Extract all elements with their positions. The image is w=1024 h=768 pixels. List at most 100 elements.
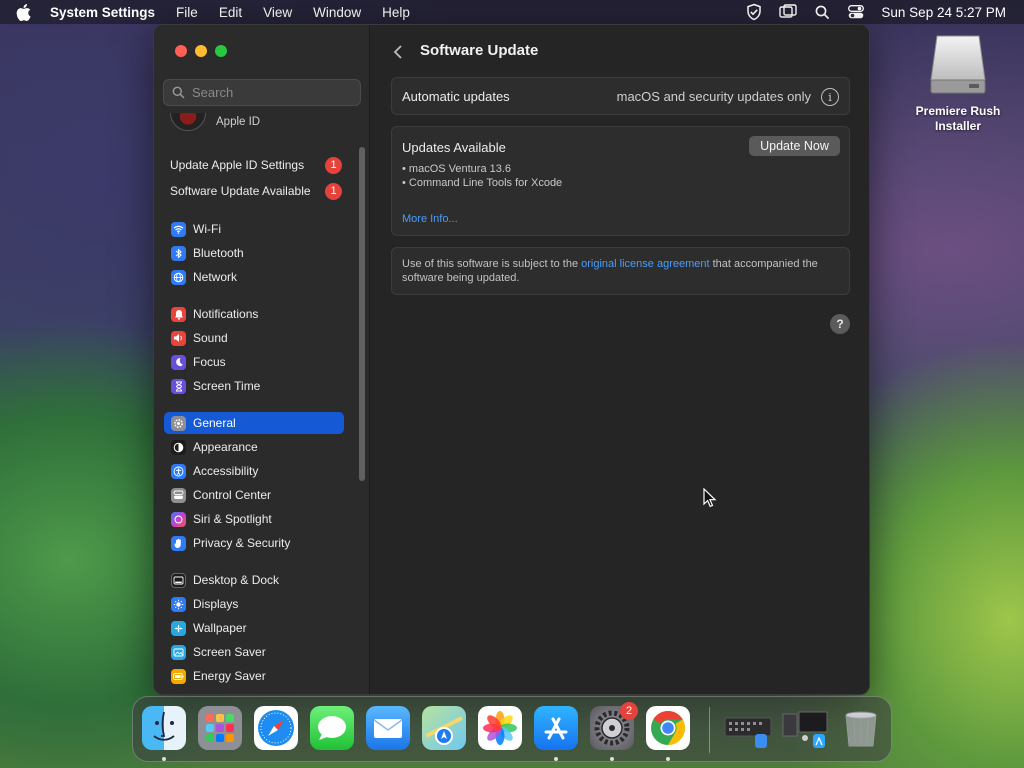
- sidebar-item-displays[interactable]: Displays: [164, 593, 344, 615]
- sidebar-item-energy-saver[interactable]: Energy Saver: [164, 665, 344, 687]
- dock-minimized-window[interactable]: [779, 706, 831, 750]
- sidebar-item-appearance[interactable]: Appearance: [164, 436, 344, 458]
- sidebar-item-label: Focus: [193, 355, 226, 369]
- menu-app-name[interactable]: System Settings: [50, 5, 155, 20]
- search-placeholder: Search: [192, 85, 234, 100]
- sidebar-item-siri-spotlight[interactable]: Siri & Spotlight: [164, 508, 344, 530]
- sidebar-item-control-center[interactable]: Control Center: [164, 484, 344, 506]
- sidebar-item-screen-saver[interactable]: Screen Saver: [164, 641, 344, 663]
- control-center-toggle-icon[interactable]: [839, 0, 873, 24]
- dock-mail[interactable]: [366, 706, 410, 750]
- more-info-link[interactable]: More Info...: [402, 213, 458, 225]
- help-button[interactable]: ?: [830, 314, 850, 334]
- siri-icon: [171, 511, 186, 527]
- screen-mirroring-icon[interactable]: [771, 0, 805, 24]
- menu-edit[interactable]: Edit: [219, 5, 242, 20]
- sun-icon: [171, 596, 186, 612]
- chevron-left-icon: [393, 45, 402, 59]
- sidebar-item-label: Desktop & Dock: [193, 573, 280, 587]
- page-title: Software Update: [420, 42, 539, 59]
- sidebar-item-label: Wi-Fi: [193, 222, 221, 236]
- app-store-icon: [544, 717, 568, 740]
- sidebar-item-label: Screen Saver: [193, 645, 266, 659]
- dock-chrome[interactable]: [646, 706, 690, 750]
- wifi-icon: [171, 221, 186, 237]
- accessibility-icon: [171, 463, 186, 479]
- update-list-item: • Command Line Tools for Xcode: [402, 177, 563, 189]
- update-list-item: • macOS Ventura 13.6: [402, 163, 512, 175]
- back-button[interactable]: [393, 42, 407, 62]
- mouse-pointer-icon: [703, 487, 717, 513]
- info-icon[interactable]: i: [821, 88, 839, 106]
- menu-window[interactable]: Window: [313, 5, 361, 20]
- minimize-window-button[interactable]: [195, 45, 207, 57]
- moon-icon: [171, 354, 186, 370]
- content-pane: Software Update Automatic updates macOS …: [371, 25, 869, 694]
- notification-badge: 2: [620, 702, 638, 720]
- running-indicator: [162, 757, 166, 761]
- sidebar-item-bluetooth[interactable]: Bluetooth: [164, 242, 344, 264]
- dock-launchpad[interactable]: [198, 706, 242, 750]
- notice-label: Update Apple ID Settings: [170, 158, 305, 172]
- sidebar-item-privacy-security[interactable]: Privacy & Security: [164, 532, 344, 554]
- dock-finder[interactable]: [142, 706, 186, 750]
- sidebar-item-general[interactable]: General: [164, 412, 344, 434]
- menu-help[interactable]: Help: [382, 5, 410, 20]
- notification-badge: 1: [325, 182, 342, 200]
- sidebar-item-focus[interactable]: Focus: [164, 351, 344, 373]
- automatic-updates-row: Automatic updates macOS and security upd…: [391, 77, 850, 115]
- sidebar-item-screen-time[interactable]: Screen Time: [164, 375, 344, 397]
- close-window-button[interactable]: [175, 45, 187, 57]
- sidebar-item-label: Displays: [193, 597, 239, 611]
- dock-messages[interactable]: [310, 706, 354, 750]
- sidebar-item-wifi[interactable]: Wi-Fi: [164, 218, 344, 240]
- sidebar-item-sound[interactable]: Sound: [164, 327, 344, 349]
- dock-maps[interactable]: [422, 706, 466, 750]
- apple-menu-icon[interactable]: [16, 3, 34, 21]
- sidebar-item-accessibility[interactable]: Accessibility: [164, 460, 344, 482]
- bell-icon: [171, 306, 186, 322]
- sidebar-item-notifications[interactable]: Notifications: [164, 303, 344, 325]
- license-text: Use of this software is subject to the o…: [402, 257, 842, 285]
- window-thumbnail-icon: [782, 711, 828, 748]
- search-icon: [172, 86, 185, 99]
- speaker-icon: [171, 330, 186, 346]
- updates-available-card: Updates Available Update Now • macOS Ven…: [391, 126, 850, 236]
- sidebar-scrollbar[interactable]: [359, 147, 365, 481]
- menu-view[interactable]: View: [263, 5, 292, 20]
- dock-photos[interactable]: [478, 706, 522, 750]
- menu-clock[interactable]: Sun Sep 24 5:27 PM: [881, 5, 1006, 20]
- sidebar-item-label: Siri & Spotlight: [193, 512, 272, 526]
- zoom-window-button[interactable]: [215, 45, 227, 57]
- sidebar-item-label: Wallpaper: [193, 621, 247, 635]
- dock-trash[interactable]: [839, 706, 883, 750]
- hourglass-icon: [171, 378, 186, 394]
- sidebar-item-label: Sound: [193, 331, 228, 345]
- map-icon: [425, 716, 463, 745]
- updates-available-heading: Updates Available: [402, 140, 506, 155]
- sidebar-item-label: Appearance: [193, 440, 258, 454]
- disk-image-icon: [929, 34, 987, 96]
- speech-bubble-icon: [318, 716, 346, 740]
- sidebar-notice-update-apple-id[interactable]: Update Apple ID Settings 1: [170, 155, 342, 175]
- apple-id-label: Apple ID: [216, 116, 261, 128]
- sidebar-item-desktop-dock[interactable]: Desktop & Dock: [164, 569, 344, 591]
- sidebar-search-field[interactable]: Search: [163, 79, 361, 106]
- desktop-item-label: Premiere Rush Installer: [908, 104, 1008, 134]
- spotlight-search-icon[interactable]: [805, 0, 839, 24]
- license-agreement-link[interactable]: original license agreement: [581, 258, 709, 270]
- notification-badge: 1: [325, 156, 342, 174]
- sidebar-item-network[interactable]: Network: [164, 266, 344, 288]
- shield-check-icon[interactable]: [737, 0, 771, 24]
- menu-file[interactable]: File: [176, 5, 198, 20]
- desktop-item-label-line2: Installer: [934, 119, 982, 133]
- desktop-item-premiere-rush-installer[interactable]: Premiere Rush Installer: [908, 34, 1008, 134]
- dock-safari[interactable]: [254, 706, 298, 750]
- dock-app-store[interactable]: [534, 706, 578, 750]
- sidebar-item-wallpaper[interactable]: Wallpaper: [164, 617, 344, 639]
- bluetooth-icon: [171, 245, 186, 261]
- update-now-button[interactable]: Update Now: [749, 136, 840, 156]
- dock-minimized-window[interactable]: [723, 706, 773, 750]
- sidebar-notice-software-update[interactable]: Software Update Available 1: [170, 181, 342, 201]
- sidebar-apple-id[interactable]: Apple ID: [170, 113, 360, 131]
